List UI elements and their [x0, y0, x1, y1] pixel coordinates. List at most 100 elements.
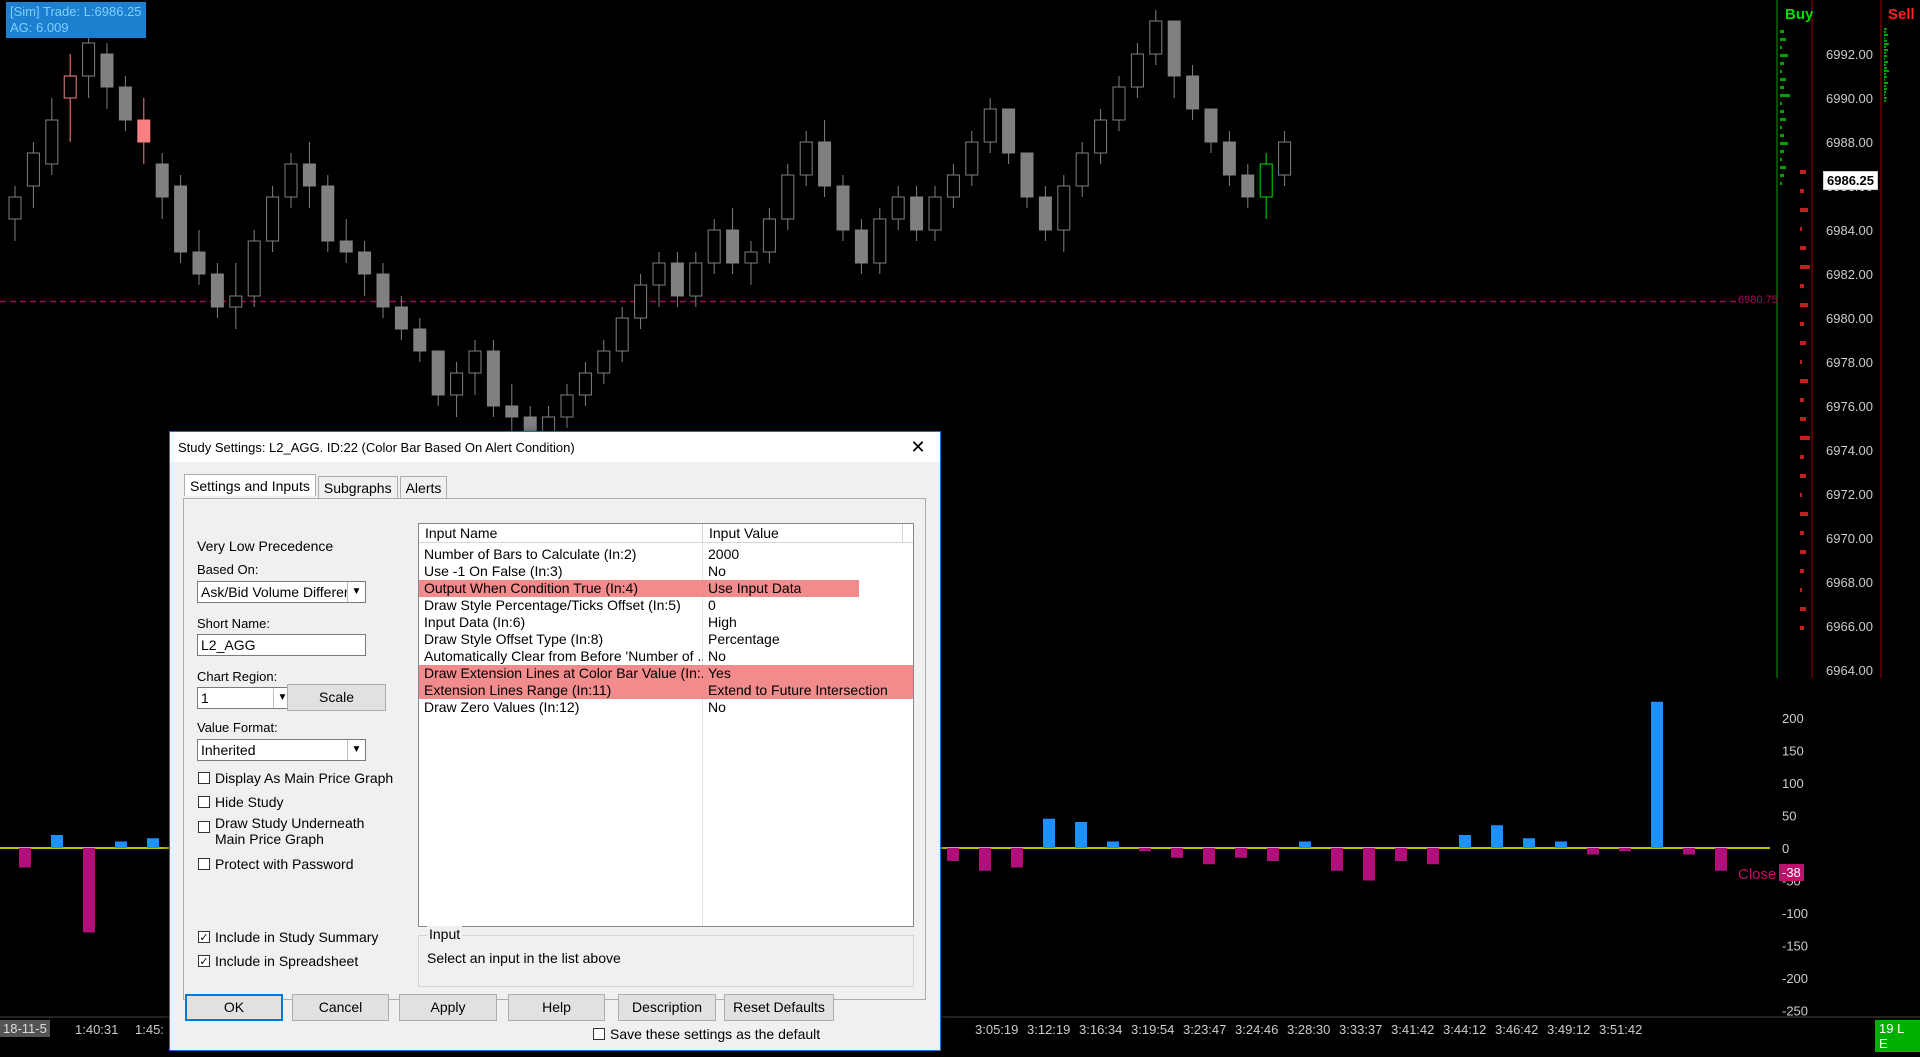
include-summary-label: Include in Study Summary [215, 929, 379, 945]
candle-body [137, 119, 151, 143]
table-row-highlighted[interactable]: Draw Extension Lines at Color Bar Value … [419, 665, 913, 682]
candle-body [321, 185, 335, 242]
hide-study-checkbox[interactable] [198, 796, 210, 808]
tab-settings-and-inputs[interactable]: Settings and Inputs [184, 474, 316, 496]
price-tick-label: 6990.00 [1826, 91, 1873, 106]
sell-volume-tick [1800, 189, 1804, 193]
candle-body [8, 196, 22, 220]
candle-body [394, 306, 408, 330]
chevron-down-icon[interactable]: ▼ [347, 582, 365, 602]
candle-body [1186, 75, 1200, 110]
tab-subgraphs[interactable]: Subgraphs [317, 476, 398, 498]
chart-region-select[interactable]: 1 ▼ [197, 687, 292, 709]
value-format-value: Inherited [201, 742, 256, 758]
delta-bar [51, 835, 63, 848]
delta-bar [1331, 848, 1343, 871]
row-value: Use Input Data [708, 580, 802, 596]
table-row-highlighted[interactable]: Extension Lines Range (In:11) Extend to F… [419, 682, 913, 699]
reset-defaults-button[interactable]: Reset Defaults [724, 994, 834, 1021]
candle-body [247, 240, 261, 297]
input-help-text: Select an input in the list above [427, 950, 621, 966]
input-legend: Input [427, 926, 463, 942]
time-tick-label: 3:33:37 [1339, 1022, 1382, 1037]
tab-alerts[interactable]: Alerts [399, 476, 448, 498]
table-row[interactable]: Use -1 On False (In:3) No [419, 563, 913, 580]
sell-panel-tick [1884, 67, 1887, 69]
ok-button[interactable]: OK [185, 994, 283, 1021]
volume-tick-label: 100 [1782, 776, 1804, 791]
volume-tick-label: 50 [1782, 809, 1796, 824]
sell-volume-tick [1800, 455, 1804, 459]
save-default-checkbox[interactable] [593, 1028, 605, 1040]
cancel-button[interactable]: Cancel [292, 994, 389, 1021]
time-tick-label: 3:12:19 [1027, 1022, 1070, 1037]
sell-panel-tick [1884, 82, 1888, 84]
apply-button[interactable]: Apply [399, 994, 497, 1021]
table-row-highlighted[interactable]: Output When Condition True (In:4) Use Inp… [419, 580, 859, 597]
protect-password-label: Protect with Password [215, 856, 354, 872]
grid-header-input-name[interactable]: Input Name [419, 524, 703, 542]
time-tick-label: 3:24:46 [1235, 1022, 1278, 1037]
display-as-main-checkbox[interactable] [198, 772, 210, 784]
include-spreadsheet-checkbox[interactable]: ✓ [198, 955, 210, 968]
volume-tick-label: -100 [1782, 906, 1808, 921]
settings-panel: Very Low Precedence Based On: Ask/Bid Vo… [183, 498, 926, 1000]
delta-bar [115, 841, 127, 848]
inputs-grid[interactable]: Input Name Input Value Number of Bars to… [418, 523, 914, 927]
delta-bar [1139, 848, 1151, 852]
time-tick-label: 1:40:31 [75, 1022, 118, 1037]
delta-bar [1459, 835, 1471, 848]
chevron-down-icon[interactable]: ▼ [347, 740, 365, 760]
help-button[interactable]: Help [508, 994, 605, 1021]
short-name-input[interactable]: L2_AGG [197, 634, 366, 656]
table-row[interactable]: Input Data (In:6) High [419, 614, 913, 631]
row-value: 2000 [708, 546, 740, 562]
candle-body [946, 174, 960, 198]
sell-volume-tick [1800, 588, 1802, 592]
row-value: Extend to Future Intersection [708, 682, 888, 698]
buy-volume-tick [1780, 78, 1786, 81]
sell-volume-tick [1800, 322, 1804, 326]
price-tick-label: 6984.00 [1826, 223, 1873, 238]
value-format-select[interactable]: Inherited ▼ [197, 739, 366, 761]
chart-region-value: 1 [201, 690, 209, 706]
buy-volume-tick [1780, 126, 1782, 129]
grid-header-input-value[interactable]: Input Value [703, 524, 903, 542]
sell-panel-tick [1884, 31, 1886, 33]
table-row[interactable]: Draw Style Offset Type (In:8) Percentage [419, 631, 913, 648]
draw-underneath-label: Draw Study Underneath Main Price Graph [215, 815, 365, 847]
candle-body [450, 372, 464, 396]
candle-body [1241, 174, 1255, 198]
table-row[interactable]: Number of Bars to Calculate (In:2) 2000 [419, 546, 913, 563]
based-on-select[interactable]: Ask/Bid Volume Difference Bar ▼ [197, 581, 366, 603]
draw-underneath-checkbox[interactable] [198, 821, 210, 833]
table-row[interactable]: Draw Zero Values (In:12) No [419, 699, 913, 716]
dialog-titlebar[interactable]: Study Settings: L2_AGG. ID:22 (Color Bar… [170, 432, 940, 462]
close-icon[interactable]: ✕ [896, 437, 940, 458]
sell-volume-tick [1800, 265, 1810, 269]
table-row[interactable]: Draw Style Percentage/Ticks Offset (In:5… [419, 597, 913, 614]
candle-body [1222, 141, 1236, 176]
scale-button[interactable]: Scale [287, 684, 386, 711]
candle-body [192, 251, 206, 275]
sell-volume-tick [1800, 493, 1802, 497]
description-button[interactable]: Description [618, 994, 716, 1021]
candle-body [339, 240, 353, 253]
sell-panel-tick [1884, 61, 1888, 63]
table-row[interactable]: Automatically Clear from Before 'Number … [419, 648, 913, 665]
protect-password-checkbox[interactable] [198, 858, 210, 870]
candle-body [615, 317, 629, 352]
candle-body [100, 53, 114, 88]
candle-body [376, 273, 390, 308]
buy-volume-tick [1780, 118, 1786, 121]
buy-volume-tick [1780, 110, 1784, 113]
candle-body [634, 284, 648, 319]
price-tick-label: 6974.00 [1826, 443, 1873, 458]
price-tick-label: 6968.00 [1826, 575, 1873, 590]
include-summary-checkbox[interactable]: ✓ [198, 931, 210, 944]
based-on-value: Ask/Bid Volume Difference Bar [201, 584, 366, 600]
candle-body [26, 152, 40, 187]
sell-volume-tick [1800, 170, 1806, 174]
candle-body [468, 350, 482, 374]
row-name: Input Data (In:6) [424, 614, 526, 630]
